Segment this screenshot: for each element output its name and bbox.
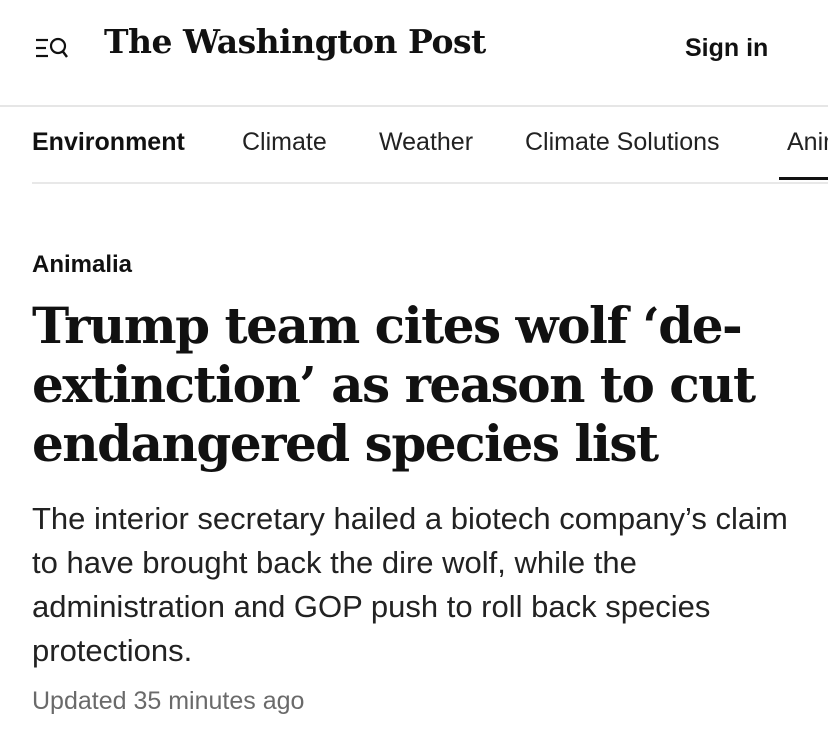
article-timestamp: Updated 35 minutes ago [32, 687, 305, 715]
article-kicker[interactable]: Animalia [32, 251, 132, 279]
site-header: The Washington Post Sign in [0, 0, 828, 107]
nav-item-weather[interactable]: Weather [379, 128, 473, 157]
site-logo[interactable]: The Washington Post [104, 22, 486, 61]
menu-search-icon[interactable] [34, 36, 70, 62]
nav-active-indicator [779, 177, 828, 180]
nav-item-climate-solutions[interactable]: Climate Solutions [525, 128, 720, 157]
article-headline[interactable]: Trump team cites wolf ‘de-extinction’ as… [32, 296, 792, 473]
section-nav: Environment Climate Weather Climate Solu… [32, 108, 828, 184]
nav-item-climate[interactable]: Climate [242, 128, 327, 157]
sign-in-button[interactable]: Sign in [685, 34, 768, 63]
nav-item-animalia[interactable]: Animalia [787, 128, 828, 157]
article-dek: The interior secretary hailed a biotech … [32, 501, 788, 668]
nav-item-environment[interactable]: Environment [32, 128, 185, 157]
